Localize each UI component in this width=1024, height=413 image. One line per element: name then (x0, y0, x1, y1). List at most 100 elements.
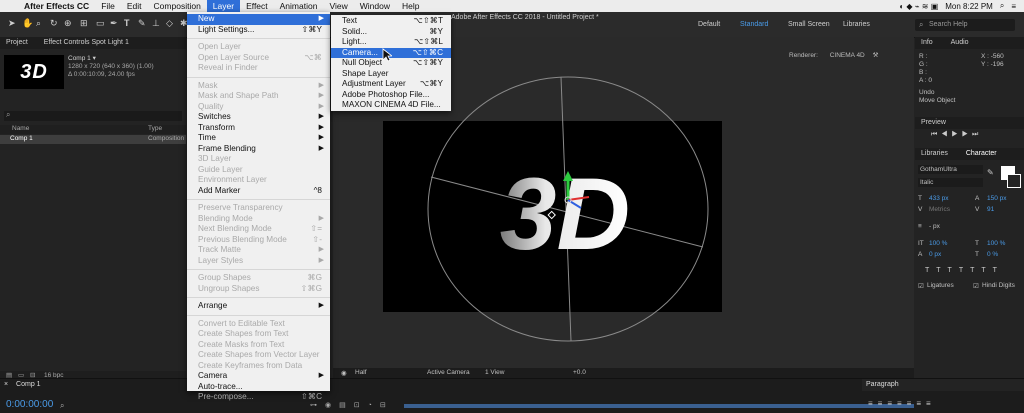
menu-item-label: Next Blending Mode (198, 224, 272, 233)
menu-item-label: MAXON CINEMA 4D File... (342, 100, 441, 109)
layer-menu-item-time[interactable]: Time ▶ (187, 133, 330, 144)
tab-audio[interactable]: Audio (951, 39, 969, 46)
new-submenu-item-shape-layer[interactable]: Shape Layer (331, 69, 451, 80)
ligatures-checkbox[interactable]: ☑ (918, 282, 924, 290)
playback-controls[interactable]: ⏮◀▶▶⏭ (931, 131, 982, 139)
menu-window[interactable]: Window (354, 0, 396, 12)
layer-menu-item-create-masks-from-text: Create Masks from Text (187, 340, 330, 351)
hindi-digits-checkbox[interactable]: ☑ (973, 282, 979, 290)
menu-animation[interactable]: Animation (274, 0, 324, 12)
layer-menu-item-transform[interactable]: Transform ▶ (187, 123, 330, 134)
new-submenu-item-light[interactable]: Light... ⌥⇧⌘L (331, 37, 451, 48)
layer-menu-item-camera[interactable]: Camera ▶ (187, 371, 330, 382)
active-camera-select[interactable]: Active Camera (427, 369, 470, 376)
menu-view[interactable]: View (323, 0, 353, 12)
col-name[interactable]: Name (12, 125, 29, 133)
layer-menu-item-frame-blending[interactable]: Frame Blending ▶ (187, 144, 330, 155)
pan-behind-tool-icon[interactable]: ⊞ (80, 18, 88, 29)
new-submenu-item-solid[interactable]: Solid... ⌘Y (331, 27, 451, 38)
search-icon[interactable]: ⌕ (60, 401, 64, 411)
camera-tool-icon[interactable]: ⊕ (64, 18, 72, 29)
menu-item-label: Blending Mode (198, 213, 253, 223)
kerning-value[interactable]: Metrics (929, 206, 950, 213)
brush-tool-icon[interactable]: ✎ (138, 18, 146, 29)
exposure-value[interactable]: +0.0 (573, 369, 586, 376)
eraser-tool-icon[interactable]: ◇ (166, 18, 173, 29)
pen-tool-icon[interactable]: ✒ (110, 18, 118, 29)
stamp-tool-icon[interactable]: ⊥ (152, 18, 160, 29)
stroke-width-value[interactable]: - px (929, 223, 940, 230)
font-size-value[interactable]: 433 px (929, 195, 949, 202)
layer-menu-item-auto-trace[interactable]: Auto-trace... (187, 382, 330, 393)
menu-layer[interactable]: Layer (206, 0, 241, 12)
list-icon[interactable]: ≡ (1011, 2, 1016, 11)
vscale-value[interactable]: 100 % (929, 240, 947, 247)
submenu-arrow-icon: ▶ (318, 92, 324, 99)
menu-composition[interactable]: Composition (148, 0, 207, 12)
rotate-tool-icon[interactable]: ↻ (50, 18, 58, 29)
col-type[interactable]: Type (148, 125, 162, 133)
workspace-standard[interactable]: Standard (740, 21, 768, 28)
font-style-select[interactable]: Italic (918, 178, 983, 187)
work-area-bar[interactable] (404, 404, 914, 408)
tracking-value[interactable]: 91 (987, 206, 994, 213)
eyedropper-icon[interactable]: ✎ (987, 168, 994, 177)
layer-menu-item-group-shapes: Group Shapes ⌘G (187, 273, 330, 284)
font-family-select[interactable]: GothamUltra (918, 165, 983, 174)
menu-shortcut: ⌥⇧⌘T (413, 16, 443, 25)
menu-item-label: Mask and Shape Path (198, 91, 279, 100)
tab-preview[interactable]: Preview (915, 117, 1024, 129)
new-submenu-item-adobe-photoshop-file[interactable]: Adobe Photoshop File... (331, 90, 451, 101)
workspace-small-screen[interactable]: Small Screen (788, 21, 830, 28)
baseline-value[interactable]: 0 px (929, 251, 941, 258)
hand-tool-icon[interactable]: ✋ (22, 18, 33, 29)
tab-info[interactable]: Info (921, 39, 933, 46)
new-submenu-item-text[interactable]: Text ⌥⇧⌘T (331, 16, 451, 27)
stroke-color-swatch[interactable] (1007, 174, 1021, 188)
menu-app[interactable]: After Effects CC (18, 0, 95, 12)
close-icon[interactable]: × (4, 381, 8, 388)
workspace-default[interactable]: Default (698, 21, 720, 28)
menu-help[interactable]: Help (396, 0, 425, 12)
zoom-tool-icon[interactable]: ⌕ (36, 18, 41, 29)
timeline-tab[interactable]: × Comp 1 (4, 381, 41, 388)
submenu-arrow-icon: ▶ (318, 134, 324, 141)
comp-3d-text[interactable]: 3D (500, 157, 630, 271)
layer-menu-item-new[interactable]: New ▶ (187, 14, 330, 25)
resolution-select[interactable]: Half (355, 369, 367, 376)
hscale-value[interactable]: 100 % (987, 240, 1005, 247)
layer-menu-item-light-settings[interactable]: Light Settings... ⇧⌘Y (187, 25, 330, 36)
layer-menu-item-arrange[interactable]: Arrange ▶ (187, 301, 330, 312)
tab-paragraph[interactable]: Paragraph (866, 381, 899, 388)
layer-menu-item-mask: Mask ▶ (187, 81, 330, 92)
tab-effect-controls[interactable]: Effect Controls Spot Light 1 (44, 39, 129, 46)
shape-tool-icon[interactable]: ▭ (96, 18, 105, 29)
layer-menu-item-switches[interactable]: Switches ▶ (187, 112, 330, 123)
menu-file[interactable]: File (95, 0, 121, 12)
paragraph-align-buttons[interactable]: ≡≡≡≡≡≡≡ (868, 399, 936, 408)
search-icon[interactable]: ⌕ (1000, 1, 1004, 11)
leading-value[interactable]: 150 px (987, 195, 1007, 202)
type-tool-icon[interactable]: T (124, 18, 130, 28)
menu-shortcut: ^8 (313, 185, 322, 195)
project-search-input[interactable]: ⌕ (4, 110, 182, 121)
tab-project[interactable]: Project (6, 39, 28, 46)
tsume-value[interactable]: 0 % (987, 251, 998, 258)
help-search-field[interactable]: ⌕ Search Help (915, 19, 1015, 31)
table-row[interactable]: Comp 1 Composition (0, 135, 186, 144)
menu-edit[interactable]: Edit (121, 0, 148, 12)
info-a: A : 0 (919, 77, 933, 84)
selection-tool-icon[interactable]: ➤ (8, 18, 16, 29)
tab-character[interactable]: Character (966, 150, 997, 157)
menu-item-label: Auto-trace... (198, 381, 243, 391)
layer-menu-item-add-marker[interactable]: Add Marker ^8 (187, 186, 330, 197)
snapshot-icon[interactable]: ◉ (341, 369, 347, 377)
menu-effect[interactable]: Effect (240, 0, 274, 12)
text-style-buttons[interactable]: TTTTTTT (925, 267, 1004, 274)
timecode[interactable]: 0:00:00:00 (6, 399, 53, 410)
new-submenu-item-maxon-cinema-4d-file[interactable]: MAXON CINEMA 4D File... (331, 100, 451, 111)
workspace-libraries[interactable]: Libraries (843, 21, 870, 28)
new-submenu-item-adjustment-layer[interactable]: Adjustment Layer ⌥⌘Y (331, 79, 451, 90)
tab-libraries[interactable]: Libraries (921, 150, 948, 157)
view-layout-select[interactable]: 1 View (485, 369, 504, 376)
